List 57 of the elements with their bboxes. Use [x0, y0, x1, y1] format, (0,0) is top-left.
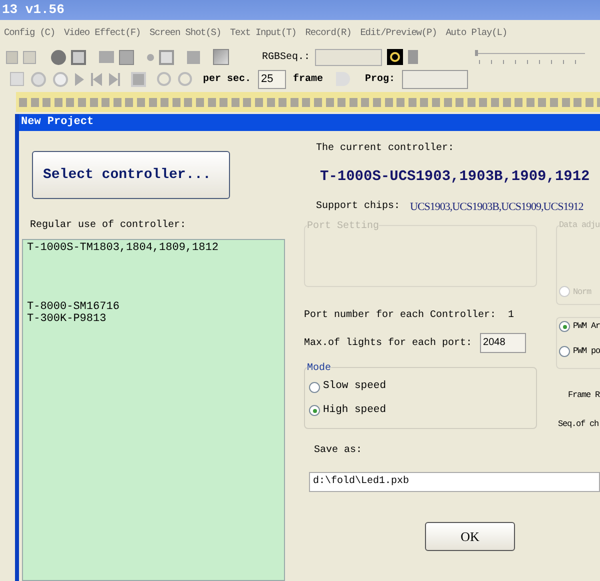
radio-label: Slow speed [323, 379, 386, 394]
menu-item[interactable]: Auto Play(L) [446, 26, 507, 40]
square-icon[interactable] [71, 50, 86, 64]
dialog-button[interactable]: OK [425, 522, 515, 552]
rgb-seq-field[interactable] [315, 48, 382, 66]
stop-icon[interactable] [131, 72, 146, 86]
radio-button[interactable] [559, 346, 570, 357]
slider-track[interactable] [475, 50, 586, 64]
prog-label: Prog: [365, 72, 396, 86]
radio-button[interactable] [559, 321, 570, 332]
support-chips-label: Support chips: [316, 200, 400, 214]
controller-list[interactable]: T-1000S-TM1803,1804,1809,1812 T-8000-SM16716 T-300K-P9813 [22, 239, 285, 581]
menu-item[interactable]: Text Input(T) [230, 26, 296, 40]
current-controller-label: The current controller: [316, 142, 456, 156]
controller-list-item[interactable]: T-1000S-TM1803,1804,1809,1812 [27, 242, 284, 254]
frame-rate-label: Frame R [568, 389, 600, 402]
picture-icon[interactable] [213, 49, 229, 65]
radio-label: PWM po [573, 345, 600, 358]
slider-thumb[interactable] [475, 50, 478, 56]
radio-label: High speed [323, 403, 386, 418]
controller-list-item[interactable]: T-300K-P9813 [27, 313, 284, 325]
select-controller-button[interactable]: Select controller... [32, 151, 230, 199]
pause-icon[interactable] [53, 72, 68, 86]
per-sec-label: per sec. [203, 72, 252, 86]
square-icon[interactable] [159, 50, 174, 64]
max-lights-label: Max.of lights for each port: [304, 336, 472, 351]
max-lights-field[interactable]: 2048 [480, 333, 526, 354]
square-icon[interactable] [119, 50, 134, 64]
save-as-label: Save as: [314, 444, 364, 458]
play-icon[interactable] [75, 72, 84, 86]
radio-button[interactable] [309, 382, 320, 393]
current-controller-name: T-1000S-UCS1903,1903B,1909,1912 [320, 168, 591, 187]
prog-field[interactable] [402, 70, 468, 88]
skip-forward-icon[interactable] [109, 72, 120, 86]
port-number-label: Port number for each Controller: [304, 308, 496, 324]
radio-button[interactable] [309, 405, 320, 416]
menu-item[interactable]: Screen Shot(S) [150, 26, 221, 40]
frame-label: frame [293, 72, 324, 86]
skip-back-icon[interactable] [91, 72, 102, 86]
fps-field[interactable]: 25 [258, 70, 286, 88]
menu-item[interactable]: Config (C) [4, 26, 56, 40]
menu-item[interactable]: Record(R) [305, 26, 352, 40]
radio-label: PWM Ar [573, 320, 600, 333]
save-path-field[interactable]: d:\fold\Led1.pxb [309, 472, 600, 492]
record-icon[interactable] [31, 72, 46, 86]
regular-controller-label: Regular use of controller: [30, 218, 188, 233]
window-title: 13 v1.56 [2, 1, 64, 20]
support-chips-value: UCS1903,UCS1903B,UCS1909,UCS1912 [410, 200, 584, 215]
controller-list-item[interactable]: T-8000-SM16716 [27, 301, 284, 313]
menu-item[interactable]: Edit/Preview(P) [360, 26, 437, 40]
zoom-out-icon[interactable] [178, 72, 192, 86]
rgb-seq-label: RGBSeq.: [262, 50, 310, 64]
dialog-title: New Project [21, 115, 94, 130]
zoom-in-icon[interactable] [157, 72, 171, 86]
channel-sequence-label: Seq.of ch [558, 418, 600, 431]
port-number-value: 1 [508, 309, 514, 324]
menu-item[interactable]: Video Effect(F) [64, 26, 141, 40]
